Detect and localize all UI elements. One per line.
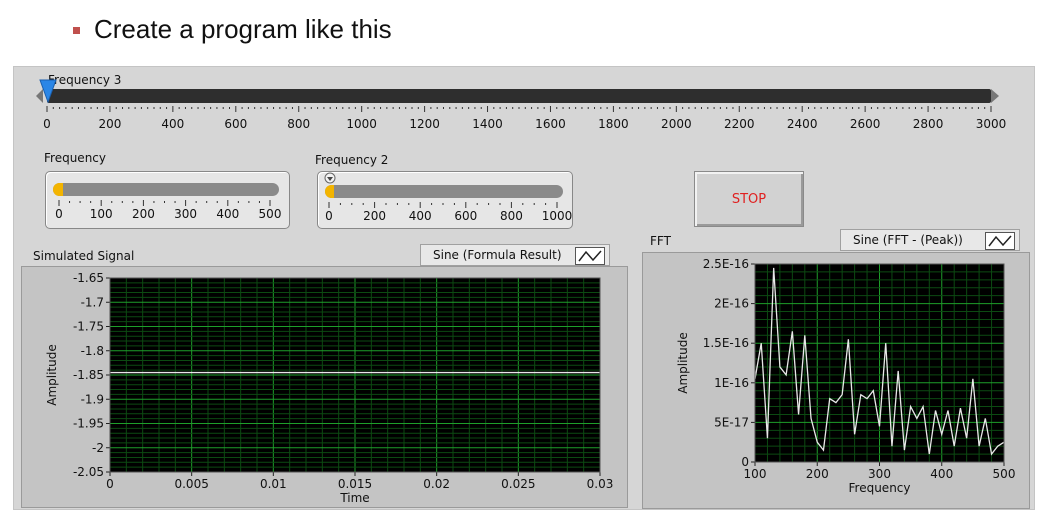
tick-label: 400 <box>161 117 185 131</box>
y-axis-title: Amplitude <box>676 332 690 394</box>
x-axis-title: Time <box>339 491 369 505</box>
tick-label: 3000 <box>975 117 1007 131</box>
tick-label: 200 <box>98 117 122 131</box>
freq1-slider-track[interactable] <box>53 183 279 196</box>
tick-label: 1800 <box>598 117 629 131</box>
freq3-increment-arrow[interactable] <box>991 89 999 103</box>
freq3-slider-track[interactable] <box>47 89 991 103</box>
y-tick-label: -1.7 <box>81 295 104 309</box>
fft-graph[interactable]: 100 200 300 400 500 2.5E-16 2E-16 1.5E-16 1E-16 5… <box>642 252 1028 507</box>
x-tick-label: 0.015 <box>338 477 372 491</box>
freq3-label: Frequency 3 <box>48 73 122 87</box>
tick-label: 2200 <box>723 117 755 131</box>
y-tick-label: -1.95 <box>73 417 104 431</box>
tick-label: 0 <box>43 117 51 131</box>
tick-label: 200 <box>131 207 155 221</box>
tick-label: 1200 <box>409 117 440 131</box>
tick-label: 2400 <box>786 117 818 131</box>
y-tick-label: 5E-17 <box>714 415 749 429</box>
x-tick-label: 200 <box>806 467 829 481</box>
y-tick-label: 1.5E-16 <box>703 336 749 350</box>
tick-label: 400 <box>216 207 240 221</box>
y-tick-label: -1.75 <box>73 320 104 334</box>
tick-label: 300 <box>174 207 198 221</box>
tick-label: 0 <box>325 209 333 223</box>
tick-label: 0 <box>55 207 63 221</box>
x-axis-title: Frequency <box>849 481 911 495</box>
y-tick-label: 1E-16 <box>714 376 749 390</box>
tick-label: 1400 <box>472 117 503 131</box>
fft-legend-plot-icon <box>985 232 1015 250</box>
sim-graph[interactable]: 0 0.005 0.01 0.015 0.02 0.025 0.03 -1.65 -1.7 -1.… <box>21 266 626 506</box>
tick-label: 200 <box>363 209 387 223</box>
tick-label: 500 <box>258 207 282 221</box>
tick-label: 600 <box>224 117 248 131</box>
freq2-label: Frequency 2 <box>315 153 389 167</box>
freq3-minor-ticks <box>46 106 992 112</box>
tick-label: 1000 <box>346 117 377 131</box>
tick-label: 400 <box>408 209 432 223</box>
y-tick-label: -1.85 <box>73 368 104 382</box>
stop-button[interactable]: STOP <box>694 171 804 227</box>
y-tick-label: 2E-16 <box>714 297 749 311</box>
tick-label: 1000 <box>541 209 573 223</box>
sim-legend-label: Sine (Formula Result) <box>433 248 562 262</box>
fft-legend[interactable]: Sine (FFT - (Peak)) <box>840 229 1020 251</box>
x-tick-label: 500 <box>993 467 1016 481</box>
sim-legend-plot-icon <box>575 247 605 265</box>
tick-label: 2600 <box>849 117 881 131</box>
x-tick-label: 300 <box>868 467 891 481</box>
fft-graph-title: FFT <box>650 234 671 248</box>
freq2-slider-pointer[interactable] <box>323 172 337 184</box>
tick-label: 2000 <box>661 117 692 131</box>
x-tick-label: 0 <box>106 477 114 491</box>
tick-label: 1600 <box>535 117 566 131</box>
y-tick-label: -2.05 <box>73 465 104 479</box>
x-tick-label: 0.025 <box>501 477 535 491</box>
sim-legend[interactable]: Sine (Formula Result) <box>420 244 610 266</box>
freq1-slider-fill[interactable] <box>53 183 63 196</box>
x-tick-label: 0.02 <box>423 477 450 491</box>
y-tick-label: 0 <box>741 455 749 469</box>
freq2-slider-fill[interactable] <box>325 185 334 198</box>
x-tick-label: 0.03 <box>587 477 614 491</box>
tick-label: 800 <box>499 209 523 223</box>
tick-label: 100 <box>89 207 113 221</box>
x-tick-label: 100 <box>744 467 767 481</box>
y-tick-label: -1.8 <box>81 344 104 358</box>
freq3-slider-thumb[interactable] <box>38 78 58 104</box>
y-axis-title: Amplitude <box>45 344 59 406</box>
freq1-label: Frequency <box>44 151 106 165</box>
sim-graph-title: Simulated Signal <box>33 249 135 263</box>
y-tick-label: -1.65 <box>73 271 104 285</box>
y-tick-label: -1.9 <box>81 392 104 406</box>
x-tick-label: 400 <box>930 467 953 481</box>
x-tick-label: 0.005 <box>174 477 208 491</box>
freq1-ticks <box>58 200 271 206</box>
x-tick-label: 0.01 <box>260 477 287 491</box>
fft-legend-label: Sine (FFT - (Peak)) <box>853 233 963 247</box>
freq2-slider-track[interactable] <box>325 185 563 198</box>
tick-label: 2800 <box>912 117 944 131</box>
bullet-marker <box>73 27 80 34</box>
y-tick-label: -2 <box>92 441 104 455</box>
freq2-ticks <box>328 202 558 208</box>
tick-label: 600 <box>454 209 478 223</box>
slide-headline: Create a program like this <box>94 14 392 44</box>
y-tick-label: 2.5E-16 <box>703 257 749 271</box>
freq2-slider-box <box>317 171 573 229</box>
tick-label: 800 <box>287 117 311 131</box>
